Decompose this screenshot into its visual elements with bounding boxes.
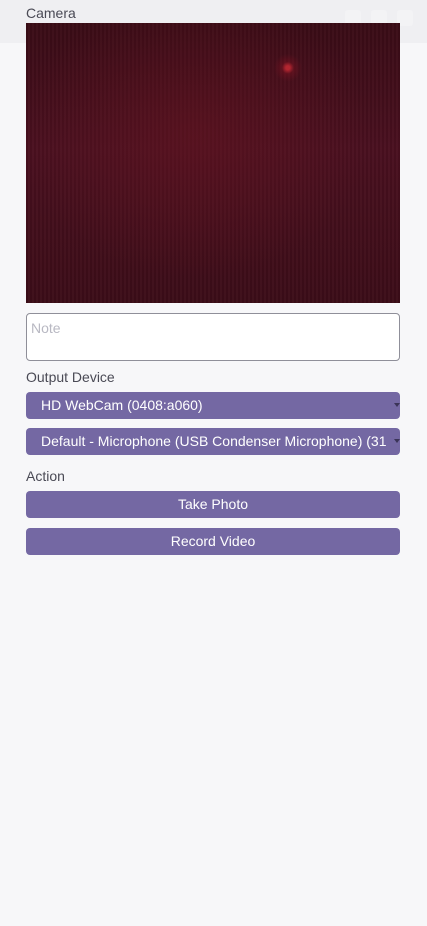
camera-preview [26, 23, 400, 303]
action-label: Action [26, 468, 65, 484]
chevron-down-icon [394, 403, 400, 407]
record-video-button[interactable]: Record Video [26, 528, 400, 555]
video-device-select[interactable]: HD WebCam (0408:a060) [26, 392, 400, 419]
audio-device-select[interactable]: Default - Microphone (USB Condenser Micr… [26, 428, 400, 455]
chevron-down-icon [394, 439, 400, 443]
audio-device-value: Default - Microphone (USB Condenser Micr… [41, 433, 387, 449]
video-device-value: HD WebCam (0408:a060) [41, 397, 203, 413]
take-photo-button[interactable]: Take Photo [26, 491, 400, 518]
note-input[interactable] [26, 313, 400, 361]
output-device-label: Output Device [26, 369, 115, 385]
camera-label: Camera [26, 5, 76, 21]
